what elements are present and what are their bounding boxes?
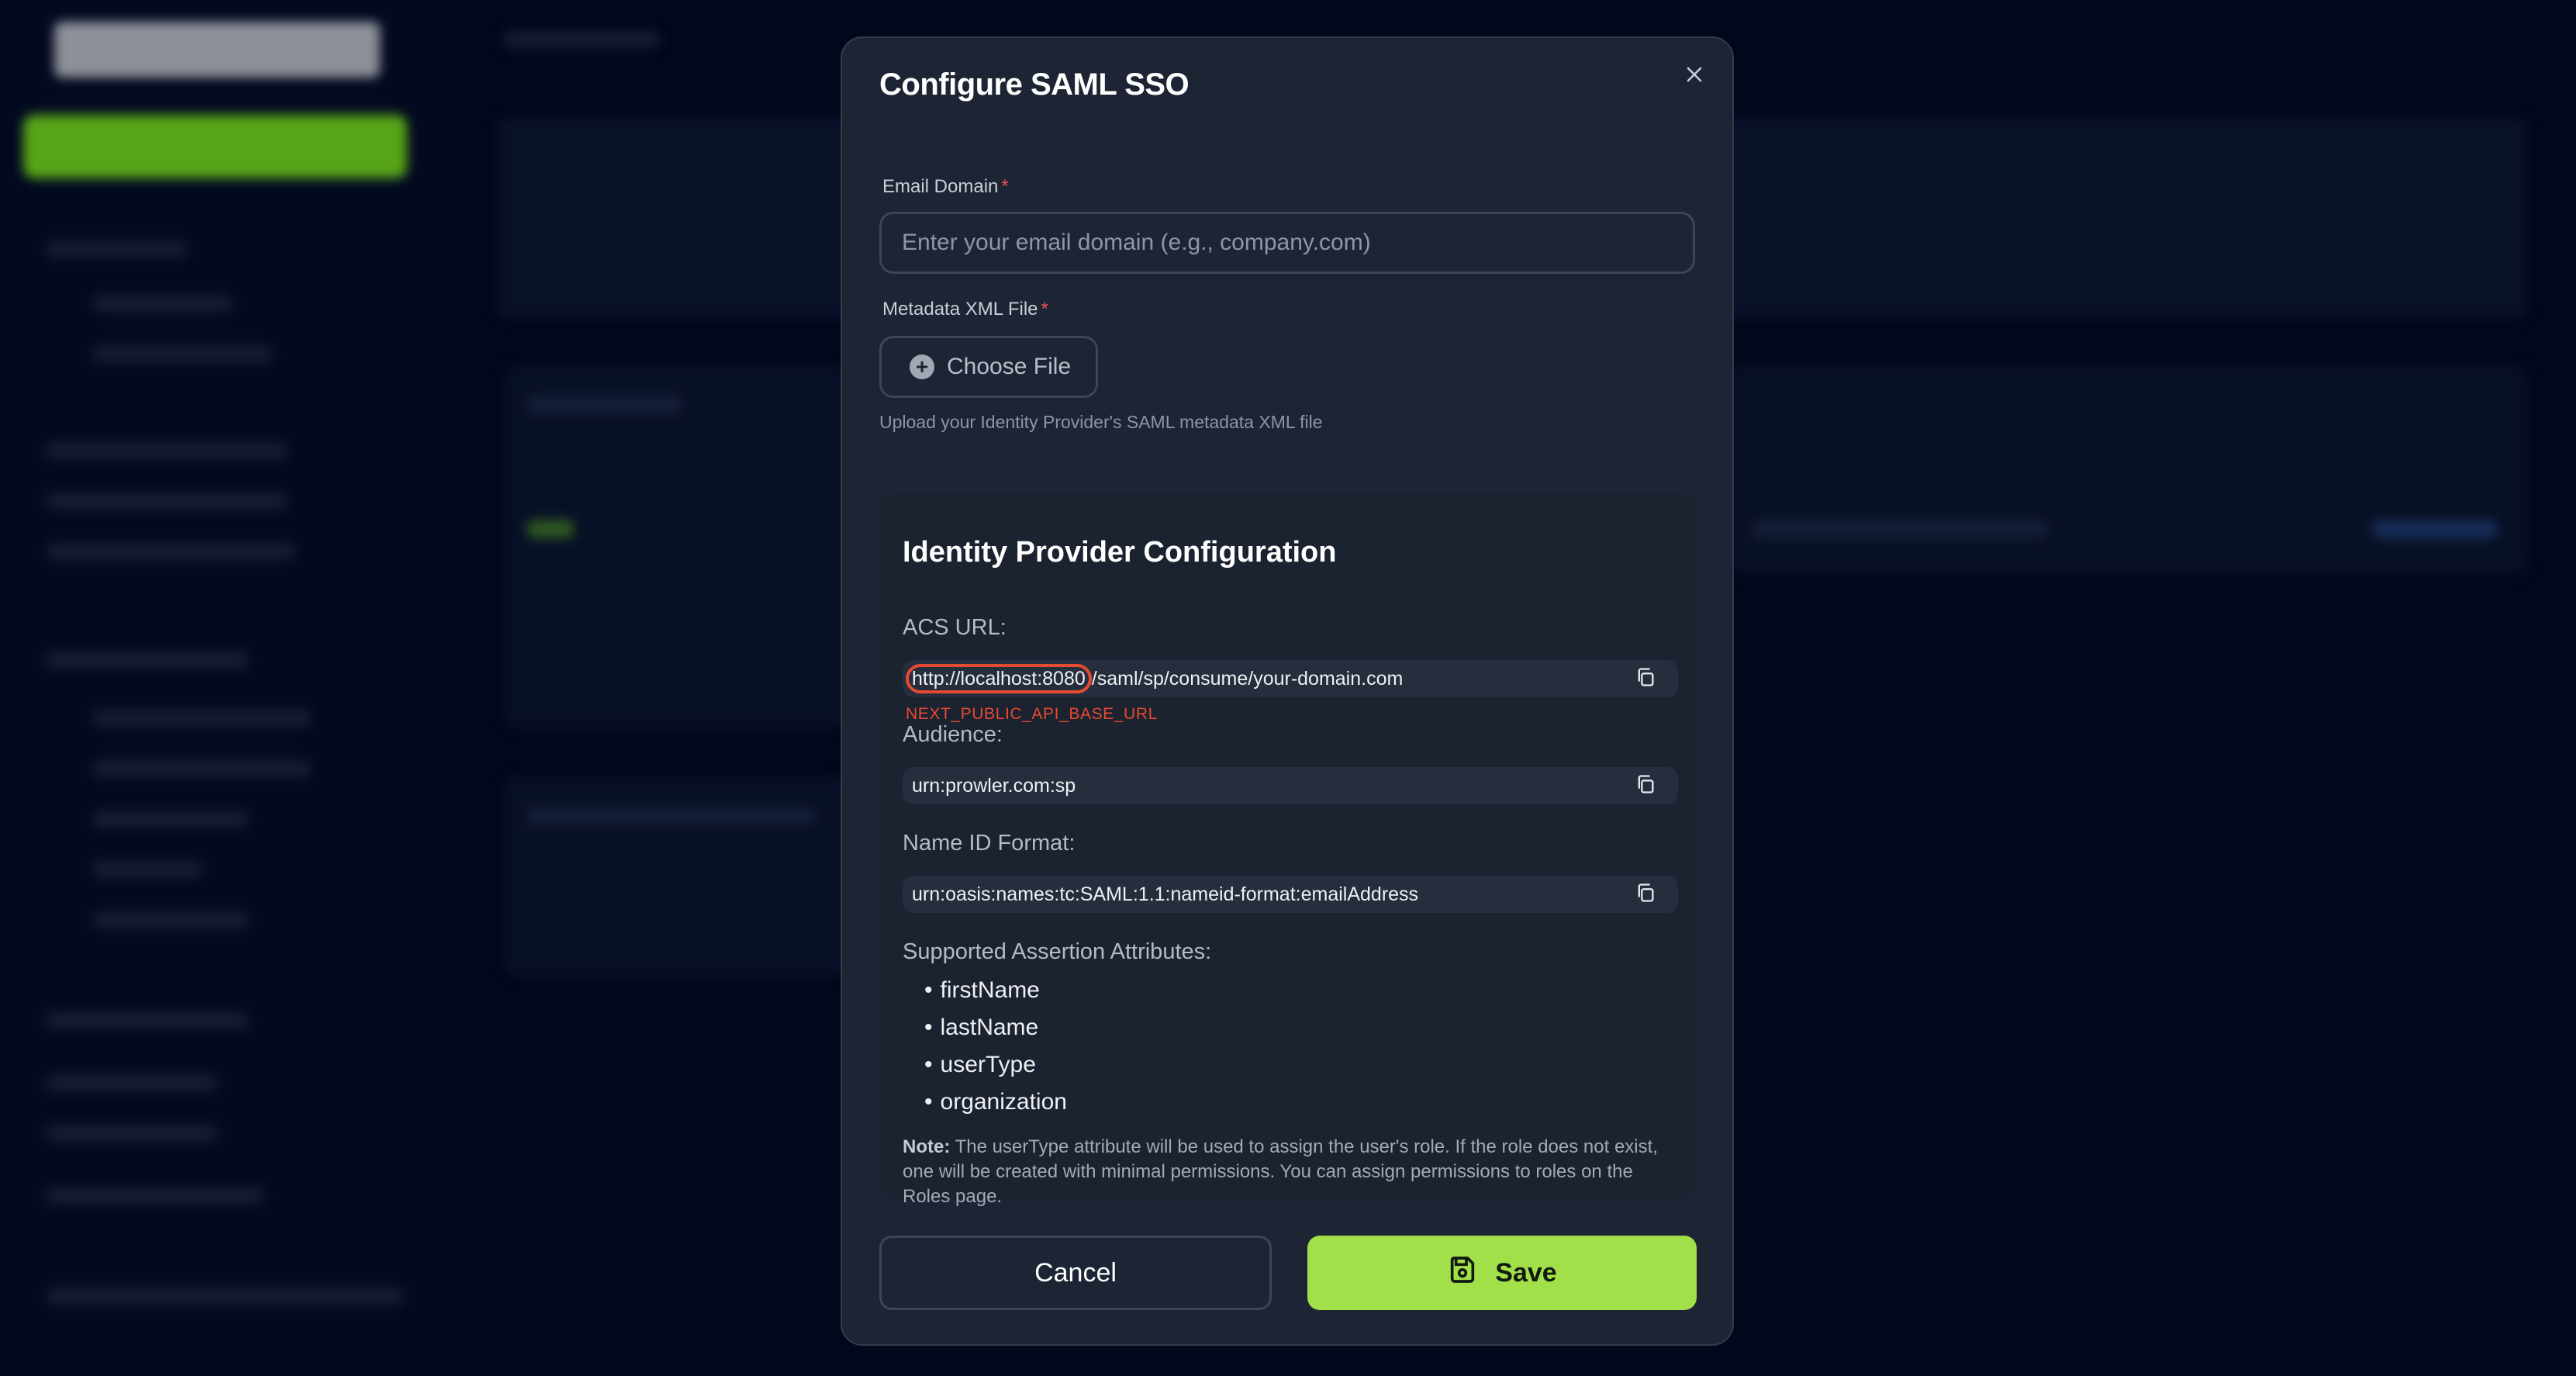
close-icon [1685, 65, 1704, 87]
copy-acs-url-button[interactable] [1633, 666, 1658, 691]
acs-url-field: http://localhost:8080/saml/sp/consume/yo… [903, 660, 1678, 697]
list-item: lastName [924, 1009, 1067, 1046]
plus-circle-icon: + [910, 354, 934, 379]
copy-icon [1635, 773, 1656, 798]
audience-value: urn:prowler.com:sp [912, 774, 1076, 797]
role-note: Note: The userType attribute will be use… [903, 1135, 1670, 1209]
supported-attributes-list: firstName lastName userType organization [924, 972, 1067, 1121]
choose-file-label: Choose File [947, 354, 1072, 379]
acs-url-label: ACS URL: [903, 615, 1007, 640]
idp-configuration-panel: Identity Provider Configuration ACS URL:… [879, 493, 1695, 1207]
acs-url-env-annotation: NEXT_PUBLIC_API_BASE_URL [906, 705, 1158, 723]
list-item: organization [924, 1084, 1067, 1121]
email-domain-label: Email Domain * [882, 176, 1009, 198]
email-domain-label-text: Email Domain [882, 176, 999, 197]
copy-audience-button[interactable] [1633, 773, 1658, 798]
metadata-file-label: Metadata XML File * [882, 299, 1048, 320]
acs-url-value: http://localhost:8080/saml/sp/consume/yo… [906, 663, 1404, 693]
email-domain-input[interactable] [879, 212, 1695, 274]
list-item: userType [924, 1046, 1067, 1084]
note-prefix: Note: [903, 1136, 951, 1157]
required-mark: * [1001, 176, 1009, 197]
metadata-file-hint: Upload your Identity Provider's SAML met… [879, 412, 1323, 432]
save-button[interactable]: Save [1307, 1236, 1697, 1310]
dialog-title: Configure SAML SSO [879, 67, 1190, 102]
metadata-file-label-text: Metadata XML File [882, 299, 1038, 320]
choose-file-button[interactable]: + Choose File [879, 336, 1098, 398]
cancel-button[interactable]: Cancel [879, 1236, 1272, 1310]
required-mark: * [1041, 299, 1048, 320]
copy-icon [1635, 666, 1656, 691]
name-id-format-label: Name ID Format: [903, 831, 1076, 856]
saml-sso-dialog: Configure SAML SSO Email Domain* Metadat… [841, 36, 1734, 1346]
copy-name-id-format-button[interactable] [1633, 882, 1658, 907]
list-item: firstName [924, 972, 1067, 1009]
supported-attributes-label: Supported Assertion Attributes: [903, 939, 1212, 964]
copy-icon [1635, 882, 1656, 907]
acs-url-base-highlight: http://localhost:8080 [906, 663, 1092, 693]
audience-field: urn:prowler.com:sp [903, 767, 1678, 804]
note-text: The userType attribute will be used to a… [903, 1136, 1658, 1207]
save-label: Save [1495, 1257, 1557, 1288]
name-id-format-value: urn:oasis:names:tc:SAML:1.1:nameid-forma… [912, 883, 1419, 905]
name-id-format-field: urn:oasis:names:tc:SAML:1.1:nameid-forma… [903, 876, 1678, 913]
idp-configuration-title: Identity Provider Configuration [903, 536, 1337, 569]
save-icon [1447, 1254, 1478, 1292]
acs-url-path: /saml/sp/consume/your-domain.com [1091, 667, 1404, 690]
audience-label: Audience: [903, 722, 1003, 747]
close-button[interactable] [1676, 58, 1712, 94]
